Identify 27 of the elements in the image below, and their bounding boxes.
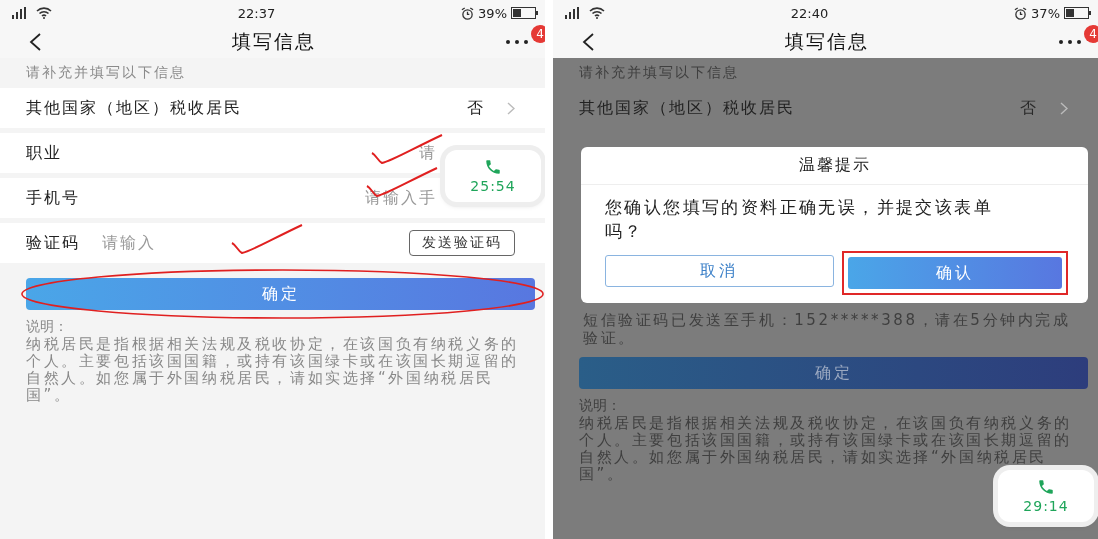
form-hint: 请补充并填写以下信息 [578,63,740,82]
field-label: 职业 [26,142,62,164]
field-label: 其他国家（地区）税收居民 [26,97,242,119]
notification-badge: 4 [531,25,545,43]
field-value: 否 [1020,97,1038,119]
field-label: 验证码 [26,232,80,254]
note-title: 说明： [578,396,622,415]
battery-percent: 37% [1031,5,1060,21]
sms-notice: 短信验证码已发送至手机：152*****388，请在5分钟内完成验证。 [582,310,1072,347]
field-label: 其他国家（地区）税收居民 [579,97,795,119]
battery-percent: 39% [478,5,507,21]
call-timer: 29:14 [1023,498,1069,514]
field-value: 否 [467,97,485,119]
note-title: 说明： [25,317,69,336]
dialog-title: 温馨提示 [581,147,1088,185]
page-title: 填写信息 [784,29,869,54]
input-placeholder: 请 [419,142,437,164]
form-hint: 请补充并填写以下信息 [25,63,187,82]
call-timer: 25:54 [470,178,516,194]
status-time: 22:37 [237,5,276,21]
status-time: 22:40 [790,5,829,21]
page-title: 填写信息 [231,29,316,54]
dialog-message: 您确认您填写的资料正确无误，并提交该表单吗？ [604,196,994,243]
field-label: 手机号 [26,187,80,209]
input-placeholder: 请输入 [102,232,156,254]
note-text: 纳税居民是指根据相关法规及税收协定，在该国负有纳税义务的个人。主要包括该国国籍，或持有该国绿卡或在该国长期逗留的自然人。如您属于外国纳税居民，请如实选择“外国纳税居民国”。 [25,336,520,404]
notification-badge: 4 [1084,25,1098,43]
